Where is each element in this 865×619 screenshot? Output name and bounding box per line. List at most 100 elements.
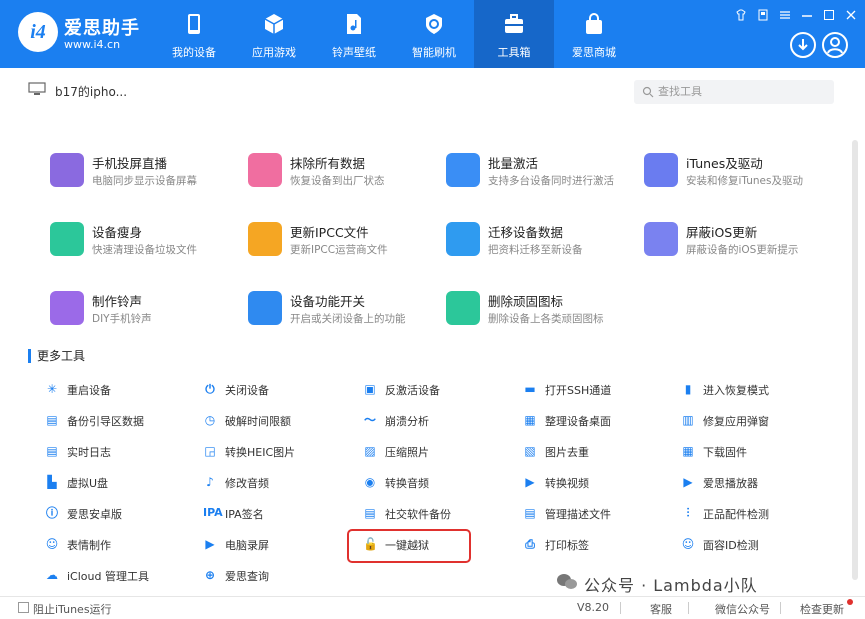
tool-card[interactable]: iTunes及驱动 安装和修复iTunes及驱动 bbox=[644, 153, 834, 203]
player-icon: ▶ bbox=[683, 475, 693, 489]
more-tool-item[interactable]: 〜崩溃分析 bbox=[363, 411, 503, 431]
more-tool-item[interactable]: ▤ 社交软件备份 bbox=[363, 504, 503, 524]
more-tool-item[interactable]: ▮ 进入恢复模式 bbox=[681, 380, 821, 400]
image-dedupe-icon: ▧ bbox=[524, 444, 536, 458]
more-tool-item[interactable]: ▥ 修复应用弹窗 bbox=[681, 411, 821, 431]
more-tool-item[interactable]: ⎙ 打印标签 bbox=[523, 535, 663, 555]
tool-desc: 把资料迁移至新设备 bbox=[488, 244, 583, 256]
settings-icon[interactable] bbox=[757, 6, 769, 21]
cube-icon bbox=[264, 14, 284, 34]
more-tool-item[interactable]: ▨ 压缩照片 bbox=[363, 442, 503, 462]
tool-card[interactable]: 更新IPCC文件 更新IPCC运营商文件 bbox=[248, 222, 438, 272]
check-update-link[interactable]: 检查更新 bbox=[800, 601, 844, 617]
more-tool-label: 转换视频 bbox=[545, 477, 589, 490]
more-tool-item[interactable]: ▤ 备份引导区数据 bbox=[45, 411, 185, 431]
more-tool-label: 社交软件备份 bbox=[385, 508, 451, 521]
brand-url: www.i4.cn bbox=[64, 38, 121, 51]
more-tool-item[interactable]: ▬ 打开SSH通道 bbox=[523, 380, 663, 400]
more-tool-item[interactable]: ✳ 重启设备 bbox=[45, 380, 185, 400]
more-tool-label: 面容ID检测 bbox=[703, 539, 759, 552]
nav-label: 应用游戏 bbox=[252, 46, 296, 59]
jailbreak-highlight-box bbox=[347, 529, 471, 563]
tool-card[interactable]: 抹除所有数据 恢复设备到出厂状态 bbox=[248, 153, 438, 203]
tool-desc: 开启或关闭设备上的功能 bbox=[290, 313, 406, 325]
nav-store[interactable]: 爱思商城 bbox=[554, 0, 634, 68]
more-tool-item[interactable]: ◲ 转换HEIC图片 bbox=[203, 442, 343, 462]
more-tool-item[interactable]: ⏻ 关闭设备 bbox=[203, 380, 343, 400]
more-tool-item[interactable]: ☺ 表情制作 bbox=[45, 535, 185, 555]
user-avatar-icon[interactable] bbox=[822, 32, 848, 58]
more-tool-item[interactable]: ☁ iCloud 管理工具 bbox=[45, 566, 185, 586]
tool-title: 迁移设备数据 bbox=[488, 225, 564, 240]
more-tool-label: 虚拟U盘 bbox=[67, 477, 109, 490]
emoji-icon: ☺ bbox=[45, 537, 59, 551]
maximize-icon[interactable] bbox=[823, 6, 835, 20]
tool-card[interactable]: 屏蔽iOS更新 屏蔽设备的iOS更新提示 bbox=[644, 222, 834, 272]
device-bar: b17的ipho... 查找工具 bbox=[0, 68, 865, 114]
brand-name: 爱思助手 bbox=[64, 18, 140, 39]
tool-desc: 支持多台设备同时进行激活 bbox=[488, 175, 614, 187]
more-tool-item[interactable]: ▙ 虚拟U盘 bbox=[45, 473, 185, 493]
tool-card[interactable]: 手机投屏直播 电脑同步显示设备屏幕 bbox=[50, 153, 240, 203]
service-link[interactable]: 客服 bbox=[650, 601, 672, 617]
close-icon[interactable] bbox=[845, 6, 857, 20]
tool-card[interactable]: 迁移设备数据把资料迁移至新设备 bbox=[446, 222, 636, 272]
more-tool-item[interactable]: ☺ 面容ID检测 bbox=[681, 535, 821, 555]
tool-card[interactable]: 批量激活 支持多台设备同时进行激活 bbox=[446, 153, 636, 203]
menu-icon[interactable] bbox=[779, 6, 791, 19]
tool-card[interactable]: 删除顽固图标 删除设备上各类顽固图标 bbox=[446, 291, 636, 341]
tool-icon bbox=[446, 291, 480, 325]
more-tool-item[interactable]: ▧ 图片去重 bbox=[523, 442, 663, 462]
more-tool-label: 电脑录屏 bbox=[225, 539, 269, 552]
nav-apps-games[interactable]: 应用游戏 bbox=[234, 0, 314, 68]
backup-icon: ▤ bbox=[46, 413, 58, 427]
more-tool-item[interactable]: ◷ 破解时间限额 bbox=[203, 411, 343, 431]
more-tool-item[interactable]: ⓘ 爱思安卓版 bbox=[45, 504, 185, 524]
download-icon: ▦ bbox=[682, 444, 694, 458]
more-tool-item[interactable]: ♪ 修改音频 bbox=[203, 473, 343, 493]
block-itunes-label[interactable]: 阻止iTunes运行 bbox=[33, 601, 112, 617]
cloud-icon: ☁ bbox=[46, 568, 58, 582]
more-tool-item[interactable]: ▤ 管理描述文件 bbox=[523, 504, 663, 524]
nav-ringtones[interactable]: 铃声壁纸 bbox=[314, 0, 394, 68]
search-input[interactable]: 查找工具 bbox=[634, 80, 834, 104]
more-tool-item[interactable]: ⫶ 正品配件检测 bbox=[681, 504, 821, 524]
tool-card[interactable]: 设备功能开关 开启或关闭设备上的功能 bbox=[248, 291, 438, 341]
block-itunes-checkbox[interactable] bbox=[18, 602, 29, 613]
nav-smart-flash[interactable]: 智能刷机 bbox=[394, 0, 474, 68]
tool-icon bbox=[248, 153, 282, 187]
more-tool-item[interactable]: ▣ 反激活设备 bbox=[363, 380, 503, 400]
more-tool-item[interactable]: ▦ 下载固件 bbox=[681, 442, 821, 462]
tool-desc: 恢复设备到出厂状态 bbox=[290, 175, 385, 187]
more-tool-item[interactable]: ▦ 整理设备桌面 bbox=[523, 411, 663, 431]
more-tool-item[interactable]: ◉ 转换音频 bbox=[363, 473, 503, 493]
tool-title: 设备瘦身 bbox=[92, 225, 143, 240]
minimize-icon[interactable] bbox=[801, 6, 813, 18]
tool-desc: DIY手机铃声 bbox=[92, 313, 152, 325]
more-tool-label: 转换音频 bbox=[385, 477, 429, 490]
more-tool-item[interactable]: ▶ 转换视频 bbox=[523, 473, 663, 493]
app-logo: i4 bbox=[18, 12, 58, 52]
power-icon: ⏻ bbox=[205, 382, 215, 396]
tool-desc: 更新IPCC运营商文件 bbox=[290, 244, 388, 256]
tool-card[interactable]: 制作铃声 DIY手机铃声 bbox=[50, 291, 240, 341]
tool-title: 制作铃声 bbox=[92, 294, 143, 309]
skin-icon[interactable] bbox=[735, 6, 747, 21]
nav-toolbox[interactable]: 工具箱 bbox=[474, 0, 554, 68]
nav-my-device[interactable]: 我的设备 bbox=[154, 0, 234, 68]
footer: 阻止iTunes运行 V8.20 客服 微信公众号 检查更新 bbox=[0, 596, 865, 619]
device-name[interactable]: b17的ipho... bbox=[55, 83, 127, 100]
more-tool-item[interactable]: ▶ 电脑录屏 bbox=[203, 535, 343, 555]
toolbox-icon bbox=[505, 14, 523, 33]
more-tool-item[interactable]: ▤ 实时日志 bbox=[45, 442, 185, 462]
more-tool-item[interactable]: IPA IPA签名 bbox=[203, 504, 343, 524]
wechat-account-link[interactable]: 微信公众号 bbox=[715, 601, 770, 617]
more-tool-item[interactable]: ▶ 爱思播放器 bbox=[681, 473, 821, 493]
download-manager-icon[interactable] bbox=[790, 32, 816, 58]
more-tool-item[interactable]: ⊕ 爱思查询 bbox=[203, 566, 343, 586]
search-placeholder: 查找工具 bbox=[658, 85, 702, 98]
image-convert-icon: ◲ bbox=[204, 444, 216, 458]
more-tool-label: 崩溃分析 bbox=[385, 415, 429, 428]
scrollbar[interactable] bbox=[852, 140, 858, 580]
tool-card[interactable]: 设备瘦身 快速清理设备垃圾文件 bbox=[50, 222, 240, 272]
